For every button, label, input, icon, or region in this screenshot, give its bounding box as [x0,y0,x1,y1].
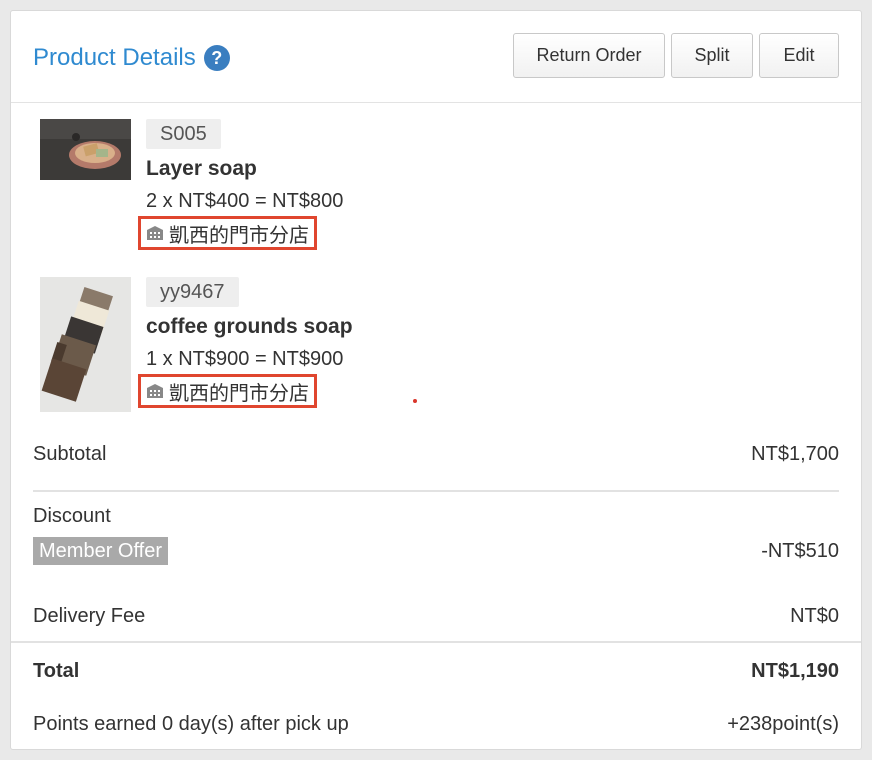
delivery-label: Delivery Fee [33,604,146,627]
points-label: Points earned 0 day(s) after pick up [33,712,349,735]
total-label: Total [33,659,80,682]
total-value: NT$1,190 [751,659,839,682]
product-price-line: 1 x NT$900 = NT$900 [146,348,344,370]
member-offer-row: -NT$510 [639,536,839,566]
product-name: coffee grounds soap [146,315,353,338]
product-price-line: 2 x NT$400 = NT$800 [146,190,344,212]
product-info: yy9467 coffee grounds soap 1 x NT$900 = … [138,277,546,408]
return-order-button[interactable]: Return Order [513,33,665,78]
action-buttons: Return Order Split Edit [513,33,839,78]
store-icon [147,384,163,398]
product-details-card: Product Details ? Return Order Split Edi… [10,10,862,750]
title-wrap: Product Details ? [33,43,230,73]
summary-divider [33,490,839,492]
total-row: Total NT$1,190 [33,656,839,686]
product-name: Layer soap [146,157,257,180]
card-header: Product Details ? Return Order Split Edi… [11,11,861,103]
subtotal-row: Subtotal NT$1,700 [33,439,839,469]
edit-button[interactable]: Edit [759,33,839,78]
product-sku: yy9467 [146,277,239,307]
product-sku: S005 [146,119,221,149]
discount-label: Discount [33,504,111,527]
store-name: 凱西的門市分店 [169,382,309,405]
store-icon [147,226,163,240]
delivery-row: Delivery Fee NT$0 [33,601,839,631]
stray-marker-dot [413,399,417,403]
points-row: Points earned 0 day(s) after pick up +23… [33,709,839,739]
soap-dish-photo-icon [40,119,131,180]
subtotal-label: Subtotal [33,442,107,465]
soap-bars-photo-icon [40,277,131,412]
help-icon[interactable]: ? [203,45,230,71]
total-divider [11,641,861,643]
store-label: 凱西的門市分店 [138,374,317,408]
discount-row: Discount [33,501,839,531]
store-label: 凱西的門市分店 [138,216,317,250]
member-offer-value: -NT$510 [761,539,839,562]
subtotal-value: NT$1,700 [751,442,839,465]
page-title: Product Details [33,44,196,71]
points-value: +238point(s) [727,712,839,735]
split-button[interactable]: Split [671,33,753,78]
member-offer-badge: Member Offer [33,537,168,565]
store-name: 凱西的門市分店 [169,224,309,247]
product-info: S005 Layer soap 2 x NT$400 = NT$800 凱西的門… [138,119,546,250]
delivery-value: NT$0 [790,604,839,627]
